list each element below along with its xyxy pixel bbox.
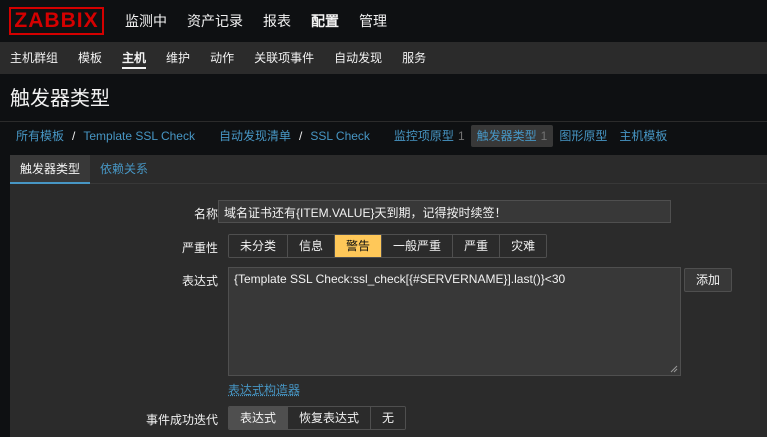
ok-event-expression[interactable]: 表达式 xyxy=(229,407,289,429)
expression-text: {Template SSL Check:ssl_check[{#SERVERNA… xyxy=(234,272,566,286)
ok-event-recovery-expression[interactable]: 恢复表达式 xyxy=(288,407,372,429)
trigger-prototypes-count: 1 xyxy=(540,128,548,143)
breadcrumb-trigger-prototypes[interactable]: 触发器类型 1 xyxy=(470,124,554,147)
expression-constructor-link[interactable]: 表达式构造器 xyxy=(228,381,300,398)
name-input[interactable]: 域名证书还有{ITEM.VALUE}天到期，记得按时续签！ xyxy=(218,200,671,223)
zabbix-logo[interactable]: ZABBIX xyxy=(9,7,104,35)
sub-navigation: 主机群组 模板 主机 维护 动作 关联项事件 自动发现 服务 xyxy=(0,42,767,74)
ok-event-generation-selector: 表达式 恢复表达式 无 xyxy=(228,406,407,430)
subnav-item-hosts[interactable]: 主机 xyxy=(112,42,156,74)
subnav-item-host-groups[interactable]: 主机群组 xyxy=(0,42,68,74)
breadcrumb-trigger-prototypes-label: 触发器类型 xyxy=(476,128,537,143)
severity-average[interactable]: 一般严重 xyxy=(382,235,454,257)
ok-event-none[interactable]: 无 xyxy=(371,407,406,429)
tab-trigger-prototype[interactable]: 触发器类型 xyxy=(10,155,91,184)
top-navigation: ZABBIX 监测中 资产记录 报表 配置 管理 xyxy=(0,0,767,42)
name-label: 名称 xyxy=(193,207,218,221)
severity-disaster[interactable]: 灾难 xyxy=(500,235,547,257)
menu-item-monitoring[interactable]: 监测中 xyxy=(115,0,177,42)
severity-high[interactable]: 严重 xyxy=(453,235,501,257)
subnav-item-maintenance[interactable]: 维护 xyxy=(156,42,200,74)
tab-dependencies[interactable]: 依赖关系 xyxy=(90,155,158,183)
breadcrumb-all-templates[interactable]: 所有模板 xyxy=(10,125,70,147)
menu-item-reports[interactable]: 报表 xyxy=(253,0,301,42)
subnav-item-templates[interactable]: 模板 xyxy=(68,42,112,74)
form-tabs: 触发器类型 依赖关系 xyxy=(10,155,767,184)
severity-information[interactable]: 信息 xyxy=(288,235,336,257)
subnav-item-services[interactable]: 服务 xyxy=(392,42,436,74)
item-prototypes-count: 1 xyxy=(457,128,465,143)
breadcrumb-template[interactable]: Template SSL Check xyxy=(77,125,201,147)
resize-grip-icon[interactable] xyxy=(670,365,678,373)
severity-label: 严重性 xyxy=(181,241,218,255)
ok-event-generation-label: 事件成功迭代 xyxy=(145,413,218,427)
menu-item-administration[interactable]: 管理 xyxy=(349,0,397,42)
severity-warning[interactable]: 警告 xyxy=(335,235,383,257)
breadcrumb-separator: / xyxy=(72,128,76,143)
expression-textarea[interactable]: {Template SSL Check:ssl_check[{#SERVERNA… xyxy=(228,267,681,376)
menu-item-configuration[interactable]: 配置 xyxy=(301,0,349,42)
menu-item-inventory[interactable]: 资产记录 xyxy=(177,0,253,42)
subnav-item-actions[interactable]: 动作 xyxy=(200,42,244,74)
breadcrumb-graph-prototypes[interactable]: 图形原型 xyxy=(553,125,613,147)
severity-not-classified[interactable]: 未分类 xyxy=(229,235,289,257)
main-menu: 监测中 资产记录 报表 配置 管理 xyxy=(115,0,397,42)
breadcrumb-item-prototypes[interactable]: 监控项原型 1 xyxy=(388,125,471,147)
add-expression-button[interactable]: 添加 xyxy=(684,268,732,292)
breadcrumb: 所有模板 / Template SSL Check 自动发现清单 / SSL C… xyxy=(0,121,767,149)
subnav-item-discovery[interactable]: 自动发现 xyxy=(324,42,392,74)
subnav-item-event-correlation[interactable]: 关联项事件 xyxy=(244,42,324,74)
breadcrumb-discovery-list[interactable]: 自动发现清单 xyxy=(213,125,297,147)
breadcrumb-separator: / xyxy=(298,128,303,143)
breadcrumb-host-prototypes[interactable]: 主机模板 xyxy=(613,125,673,147)
expression-label: 表达式 xyxy=(181,274,218,288)
severity-selector: 未分类 信息 警告 一般严重 严重 灾难 xyxy=(228,234,548,258)
breadcrumb-item-prototypes-label: 监控项原型 xyxy=(393,128,454,143)
page-title: 触发器类型 xyxy=(10,88,110,110)
breadcrumb-discovery-rule[interactable]: SSL Check xyxy=(304,125,376,147)
